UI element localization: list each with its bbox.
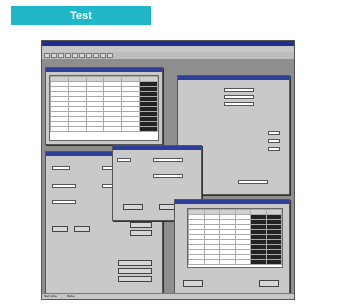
toolbar-button[interactable] — [44, 53, 50, 58]
control-button[interactable] — [130, 222, 152, 228]
result-grid[interactable] — [187, 208, 283, 268]
grid-window-title-bar — [175, 200, 289, 204]
control-button[interactable] — [74, 226, 90, 232]
toolbar-button[interactable] — [107, 53, 113, 58]
control-field[interactable] — [52, 184, 76, 188]
test-badge: Test — [11, 6, 151, 25]
table-window-title-bar — [46, 68, 162, 72]
dialog-field[interactable] — [153, 158, 183, 162]
table-window[interactable] — [45, 67, 163, 145]
dialog-button[interactable] — [123, 204, 143, 210]
settings-field[interactable] — [238, 180, 268, 184]
control-button[interactable] — [118, 276, 152, 282]
toolbar-button[interactable] — [65, 53, 71, 58]
control-button[interactable] — [52, 226, 68, 232]
toolbar-button[interactable] — [72, 53, 78, 58]
grid-window-button[interactable] — [183, 280, 203, 287]
control-field[interactable] — [52, 200, 76, 204]
status-text: Status — [66, 295, 75, 298]
toolbar-button[interactable] — [79, 53, 85, 58]
grid-window-button[interactable] — [259, 280, 279, 287]
data-grid[interactable] — [49, 75, 159, 141]
control-button[interactable] — [118, 260, 152, 266]
toolbar-button[interactable] — [51, 53, 57, 58]
settings-field[interactable] — [268, 131, 280, 135]
dialog-field[interactable] — [153, 174, 183, 178]
settings-field[interactable] — [224, 95, 254, 99]
settings-field[interactable] — [224, 88, 254, 92]
dialog-window-title-bar — [113, 146, 201, 150]
toolbar[interactable] — [42, 52, 294, 59]
settings-field[interactable] — [224, 102, 254, 106]
settings-field[interactable] — [268, 139, 280, 143]
control-button[interactable] — [118, 268, 152, 274]
toolbar-button[interactable] — [58, 53, 64, 58]
status-test-name: Test name — [44, 295, 57, 298]
control-button[interactable] — [130, 230, 152, 236]
toolbar-button[interactable] — [100, 53, 106, 58]
toolbar-button[interactable] — [86, 53, 92, 58]
settings-window-title-bar — [178, 76, 289, 80]
dialog-field[interactable] — [117, 158, 131, 162]
control-field[interactable] — [52, 166, 70, 170]
toolbar-button[interactable] — [93, 53, 99, 58]
settings-field[interactable] — [268, 147, 280, 151]
grid-window[interactable] — [174, 199, 290, 294]
application-screenshot: Test name Status — [41, 40, 295, 300]
status-bar: Test name Status — [42, 293, 294, 299]
